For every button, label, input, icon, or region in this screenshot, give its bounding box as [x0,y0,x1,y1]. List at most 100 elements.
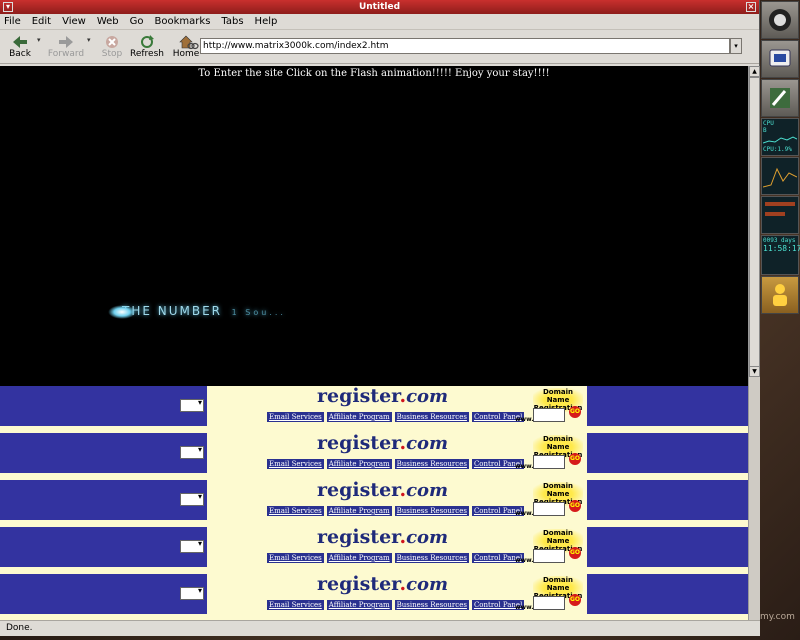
title-bar[interactable]: ▾ Untitled × [0,0,759,14]
menu-web[interactable]: Web [97,16,119,27]
logo-com: com [406,574,449,595]
banner-select[interactable] [180,398,204,412]
network-monitor [761,196,799,234]
browser-window: ▾ Untitled × File Edit View Web Go Bookm… [0,0,760,636]
ad-links: Email Services Affiliate Program Business … [267,600,525,610]
domain-input[interactable] [533,455,565,469]
cpu-value: CPU:1.9% [763,146,792,153]
link-business-resources[interactable]: Business Resources [394,459,469,469]
window-manager-dock: CPU B CPU:1.9% 0093 days 11:58:17 [760,0,800,330]
cpu-b-label: B [763,127,767,134]
menu-file[interactable]: File [4,16,21,27]
link-affiliate-program[interactable]: Affiliate Program [326,506,392,516]
network-graph [765,202,795,216]
monitor-icon [769,49,791,67]
link-affiliate-program[interactable]: Affiliate Program [326,600,392,610]
www-label: www. [515,604,534,611]
flash-title[interactable]: THE NUMBER 1 Sou... [107,304,286,319]
forward-button[interactable]: Forward [45,31,87,63]
register-ad-panel[interactable]: register.com Email Services Affiliate Prog… [207,574,587,614]
stop-button[interactable]: Stop [95,31,129,63]
uptime-days: 0093 days [763,237,796,244]
link-business-resources[interactable]: Business Resources [394,506,469,516]
link-email-services[interactable]: Email Services [267,553,324,563]
menu-bookmarks[interactable]: Bookmarks [155,16,211,27]
page-content: To Enter the site Click on the Flash ani… [0,66,748,620]
link-email-services[interactable]: Email Services [267,459,324,469]
domain-go-button[interactable]: GO [569,594,581,606]
dock-app-logo[interactable] [761,1,799,39]
window-menu-icon[interactable]: ▾ [3,2,13,12]
menu-view[interactable]: View [62,16,86,27]
banner-select[interactable] [180,445,204,459]
logo-com: com [406,480,449,501]
banner-select[interactable] [180,539,204,553]
close-icon[interactable]: × [746,2,756,12]
menu-tabs[interactable]: Tabs [221,16,243,27]
link-affiliate-program[interactable]: Affiliate Program [326,412,392,422]
flash-title-text: THE NUMBER [122,304,223,318]
link-business-resources[interactable]: Business Resources [394,412,469,422]
link-affiliate-program[interactable]: Affiliate Program [326,553,392,563]
register-ad-panel[interactable]: register.com Email Services Affiliate Prog… [207,480,587,520]
logo-main: register [317,526,400,548]
register-ad-panel[interactable]: register.com Email Services Affiliate Prog… [207,386,587,426]
flash-animation[interactable]: To Enter the site Click on the Flash ani… [0,66,748,386]
domain-input[interactable] [533,502,565,516]
user-icon [773,284,787,306]
register-banner: GO register.com Email ServicesAffiliate Pr… [0,386,748,426]
banner-select[interactable] [180,586,204,600]
vertical-scrollbar[interactable]: ▲ ▼ [748,66,760,620]
menu-edit[interactable]: Edit [32,16,51,27]
banner-select[interactable] [180,492,204,506]
dock-app-user[interactable] [761,276,799,314]
dock-app-terminal[interactable] [761,40,799,78]
cpu-monitor: CPU B CPU:1.9% [761,118,799,156]
back-history-dropdown[interactable]: ▾ [37,36,45,44]
register-logo: register.com [317,480,448,501]
cpu-graph [762,136,798,144]
domain-go-button[interactable]: GO [569,500,581,512]
domain-go-button[interactable]: GO [569,406,581,418]
menu-go[interactable]: Go [130,16,144,27]
scroll-thumb[interactable] [749,77,760,377]
www-label: www. [515,416,534,423]
memory-graph [762,167,798,188]
forward-label: Forward [47,48,85,59]
site-chain-icon [186,37,200,55]
link-affiliate-program[interactable]: Affiliate Program [326,459,392,469]
domain-input[interactable] [533,596,565,610]
scroll-up-icon[interactable]: ▲ [749,66,760,77]
uptime-monitor: 0093 days 11:58:17 [761,235,800,275]
dock-app-edit[interactable] [761,79,799,117]
url-input[interactable] [200,37,730,54]
stop-label: Stop [101,48,123,59]
domain-input[interactable] [533,549,565,563]
register-ad-panel[interactable]: register.com Email Services Affiliate Prog… [207,527,587,567]
www-label: www. [515,510,534,517]
back-button[interactable]: Back [3,31,37,63]
register-ad-panel[interactable]: register.com Email Services Affiliate Prog… [207,433,587,473]
domain-input[interactable] [533,408,565,422]
link-business-resources[interactable]: Business Resources [394,600,469,610]
scroll-down-icon[interactable]: ▼ [749,366,760,377]
logo-com: com [406,527,449,548]
memory-monitor [761,157,799,195]
forward-arrow-icon [58,35,74,49]
menu-help[interactable]: Help [255,16,278,27]
refresh-button[interactable]: Refresh [129,31,165,63]
url-history-dropdown[interactable]: ▾ [730,37,742,54]
forward-history-dropdown[interactable]: ▾ [87,36,95,44]
domain-go-button[interactable]: GO [569,547,581,559]
uptime-clock: 11:58:17 [763,244,800,253]
link-email-services[interactable]: Email Services [267,600,324,610]
domain-go-button[interactable]: GO [569,453,581,465]
link-business-resources[interactable]: Business Resources [394,553,469,563]
menu-bar: File Edit View Web Go Bookmarks Tabs Hel… [0,14,759,30]
link-email-services[interactable]: Email Services [267,506,324,516]
link-email-services[interactable]: Email Services [267,412,324,422]
desktop-watermark: my.com [760,612,795,622]
ad-links: Email Services Affiliate Program Business … [267,412,525,422]
logo-com: com [406,433,449,454]
logo-main: register [317,479,400,501]
